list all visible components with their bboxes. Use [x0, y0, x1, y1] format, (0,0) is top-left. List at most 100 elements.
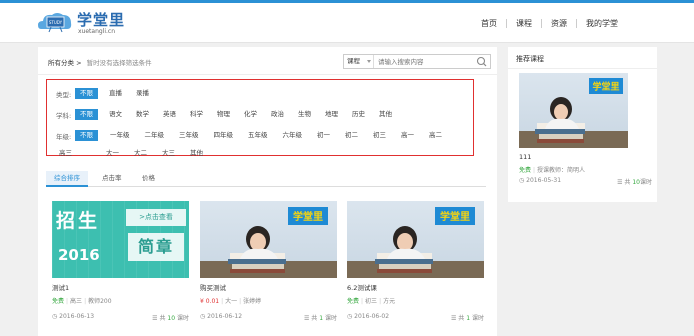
filter-row-subject: 学科: 不限 语文 数学 英语 科学 物理 化学 政治 生物 地理 历史 其他 — [56, 109, 403, 120]
tab-clicks[interactable]: 点击率 — [94, 171, 130, 187]
thumb-logo-text: 学堂里 — [440, 210, 470, 223]
course-info: ¥ 0.01 | 大一 | 张婷婷 — [200, 298, 262, 305]
search-icon[interactable] — [475, 56, 489, 67]
list-icon: ☰ — [450, 315, 457, 322]
course-footer: ◷ 2016-06-02 ☰ 共 1 课时 — [347, 313, 484, 322]
recommended-course-info: 免费 | 授课教师：简明人 — [519, 167, 586, 174]
course-price: ¥ 0.01 — [200, 298, 220, 305]
course-info: 免费 | 高三 | 教师200 — [52, 298, 112, 305]
filter-box: 类型: 不限 直播 录播 学科: 不限 语文 数学 英语 科学 物理 化学 政治… — [46, 79, 474, 159]
filter-subject-history[interactable]: 历史 — [349, 109, 368, 120]
lessons-prefix: 共 — [311, 315, 318, 322]
filter-label-subject: 学科: — [56, 111, 72, 120]
filter-label-type: 类型: — [56, 90, 72, 99]
thumb-logo-text: 学堂里 — [293, 210, 323, 223]
sidebar-divider — [508, 68, 657, 69]
search-input[interactable] — [378, 56, 473, 67]
course-thumbnail-photo[interactable]: 学堂里 — [347, 201, 484, 278]
course-teacher: 方元 — [383, 298, 396, 305]
course-teacher: 张婷婷 — [243, 298, 262, 305]
student-reading-image: 学堂里 — [347, 207, 484, 278]
filter-subject-science[interactable]: 科学 — [187, 109, 206, 120]
lessons-suffix: 课时 — [471, 315, 484, 322]
course-date: 2016-06-02 — [354, 313, 390, 320]
lesson-count: 1 — [466, 315, 471, 322]
course-card[interactable]: 招生 >点击查看 2016 简章 测试1 免费 | 高三 | 教师200 ◷ 2016-… — [52, 201, 189, 322]
lessons-prefix: 共 — [624, 179, 631, 186]
breadcrumb: 所有分类 > 暂时没有选择筛选条件 — [48, 57, 152, 67]
site-logo[interactable]: STUDY 学堂里 xuetangli.cn — [37, 9, 147, 37]
search-type-label: 课程 — [347, 57, 360, 65]
course-thumbnail-photo[interactable]: 学堂里 — [200, 201, 337, 278]
nav-my-school[interactable]: 我的学堂 — [577, 19, 627, 28]
course-date: 2016-06-12 — [207, 313, 243, 320]
course-teacher: 教师200 — [88, 298, 112, 305]
tab-price[interactable]: 价格 — [134, 171, 163, 187]
filter-grade-senior-3[interactable]: 高三 — [56, 148, 75, 159]
course-thumbnail-banner[interactable]: 招生 >点击查看 2016 简章 — [52, 201, 189, 278]
nav-resources[interactable]: 资源 — [542, 18, 577, 28]
lesson-count: 1 — [319, 315, 324, 322]
course-footer: ◷ 2016-06-13 ☰ 共 10 课时 — [52, 313, 189, 322]
student-reading-image: 学堂里 — [200, 207, 337, 278]
student-reading-image: 学堂里 — [519, 78, 628, 148]
filter-grade-3[interactable]: 三年级 — [176, 130, 202, 141]
filter-grade-college-3[interactable]: 大三 — [159, 148, 178, 159]
filter-grade-junior-3[interactable]: 初三 — [370, 130, 389, 141]
banner-text-1: 招生 — [56, 210, 101, 232]
filter-grade-1[interactable]: 一年级 — [107, 130, 133, 141]
breadcrumb-label[interactable]: 所有分类 > — [48, 59, 82, 67]
course-title[interactable]: 6.2测试课 — [347, 282, 484, 292]
filter-grade-college-2[interactable]: 大二 — [131, 148, 150, 159]
filter-subject-english[interactable]: 英语 — [160, 109, 179, 120]
lessons-suffix: 课时 — [639, 179, 652, 186]
course-footer: ◷ 2016-06-12 ☰ 共 1 课时 — [200, 313, 337, 322]
lesson-count: 10 — [167, 315, 176, 322]
filter-subject-chemistry[interactable]: 化学 — [241, 109, 260, 120]
filter-subject-any[interactable]: 不限 — [75, 109, 98, 120]
course-info: 免费 | 初三 | 方元 — [347, 298, 396, 305]
list-icon: ☰ — [303, 315, 310, 322]
filter-subject-geography[interactable]: 地理 — [322, 109, 341, 120]
filter-grade-6[interactable]: 六年级 — [280, 130, 306, 141]
filter-grade-any[interactable]: 不限 — [75, 130, 98, 141]
clock-icon: ◷ — [519, 177, 525, 184]
nav-courses[interactable]: 课程 — [507, 18, 542, 28]
search-type-select[interactable]: 课程 — [344, 55, 374, 68]
filter-type-recorded[interactable]: 录播 — [133, 88, 152, 99]
lessons-prefix: 共 — [458, 315, 465, 322]
filter-subject-other[interactable]: 其他 — [376, 109, 395, 120]
filter-subject-physics[interactable]: 物理 — [214, 109, 233, 120]
course-grade: 大一 — [225, 298, 238, 305]
nav-home[interactable]: 首页 — [472, 18, 507, 28]
brand-name: 学堂里 — [77, 11, 126, 29]
filter-type-live[interactable]: 直播 — [106, 88, 125, 99]
course-card[interactable]: 学堂里 购买测试 ¥ 0.01 | 大一 | 张婷婷 ◷ 2016-06-12 ☰ 共 … — [200, 201, 337, 322]
filter-grade-2[interactable]: 二年级 — [142, 130, 168, 141]
filter-type-any[interactable]: 不限 — [75, 88, 98, 99]
filter-grade-college-1[interactable]: 大一 — [103, 148, 122, 159]
course-price: 免费 — [52, 298, 65, 305]
lesson-count: 10 — [632, 179, 640, 186]
filter-grade-senior-2[interactable]: 高二 — [426, 130, 445, 141]
course-title[interactable]: 测试1 — [52, 282, 189, 292]
filter-grade-other[interactable]: 其他 — [187, 148, 206, 159]
filter-subject-math[interactable]: 数学 — [133, 109, 152, 120]
recommended-thumbnail[interactable]: 学堂里 — [519, 73, 628, 148]
banner-arrow-text: >点击查看 — [126, 209, 186, 226]
search-bar: 课程 — [343, 54, 491, 69]
filter-subject-biology[interactable]: 生物 — [295, 109, 314, 120]
filter-grade-5[interactable]: 五年级 — [245, 130, 271, 141]
course-card[interactable]: 学堂里 6.2测试课 免费 | 初三 | 方元 ◷ 2016-06-02 ☰ 共 1 课… — [347, 201, 484, 322]
filter-grade-4[interactable]: 四年级 — [211, 130, 237, 141]
recommended-course-title[interactable]: 111 — [519, 153, 531, 161]
course-list-panel: 所有分类 > 暂时没有选择筛选条件 课程 类型: 不限 直播 录播 学科: 不限… — [38, 47, 497, 336]
filter-subject-politics[interactable]: 政治 — [268, 109, 287, 120]
filter-grade-senior-1[interactable]: 高一 — [398, 130, 417, 141]
tab-overall[interactable]: 综合排序 — [46, 171, 88, 187]
filter-subject-chinese[interactable]: 语文 — [106, 109, 125, 120]
course-title[interactable]: 购买测试 — [200, 282, 337, 292]
filter-grade-junior-1[interactable]: 初一 — [314, 130, 333, 141]
filter-grade-junior-2[interactable]: 初二 — [342, 130, 361, 141]
recommended-sidebar: 推荐课程 学堂里 111 免费 | 授课教师：简明人 ◷ 2016-05-31 ☰ … — [508, 47, 657, 202]
